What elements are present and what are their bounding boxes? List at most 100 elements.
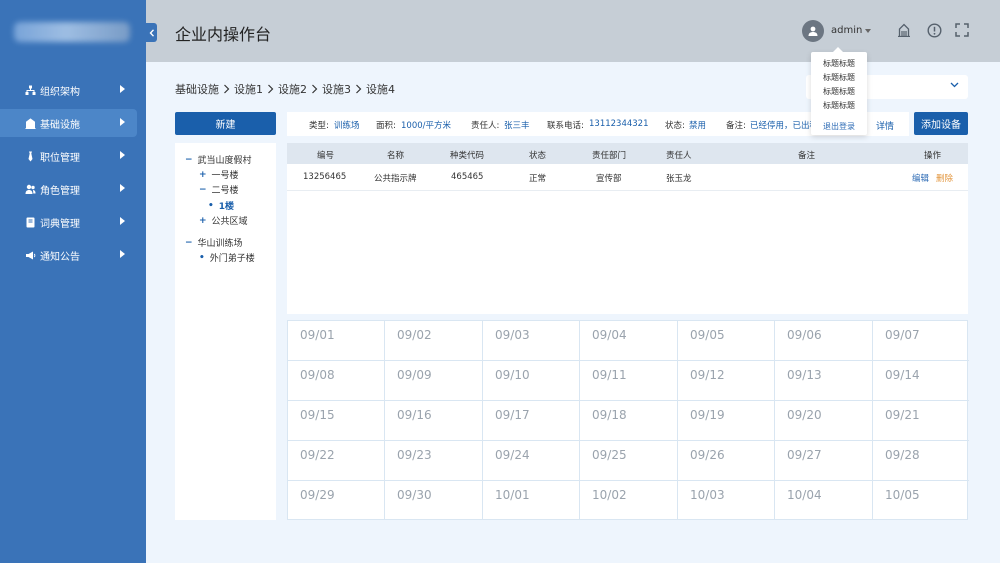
menu-item[interactable]: 标题标题 [811, 86, 867, 97]
collapse-icon[interactable]: − [185, 238, 193, 248]
calendar-day-cell[interactable]: 09/10 [483, 361, 580, 401]
status-label: 状态: [665, 121, 685, 131]
calendar-day-cell[interactable]: 09/30 [385, 481, 483, 519]
sidebar-item-label: 组织架构 [40, 86, 80, 98]
calendar-day-cell[interactable]: 09/12 [678, 361, 775, 401]
tree-node[interactable]: − 华山训练场 [185, 236, 243, 250]
calendar-day-cell[interactable]: 09/04 [580, 321, 678, 361]
cell-id: 13256465 [303, 172, 347, 182]
sidebar: 组织架构 基础设施 职位管理 角色管理 词典管理 通知公告 [0, 0, 146, 563]
calendar-day-cell[interactable]: 09/08 [288, 361, 385, 401]
calendar-day-cell[interactable]: 09/05 [678, 321, 775, 361]
calendar-day-cell[interactable]: 10/03 [678, 481, 775, 519]
status-value: 禁用 [689, 121, 707, 131]
tree-node-label: 1楼 [218, 202, 235, 212]
tree-node-selected[interactable]: • 1楼 [208, 199, 235, 213]
expand-icon[interactable]: + [199, 216, 207, 226]
calendar-day-cell[interactable]: 09/19 [678, 401, 775, 441]
calendar-day-cell[interactable]: 09/11 [580, 361, 678, 401]
edit-link[interactable]: 编辑 [912, 172, 929, 184]
breadcrumb-item[interactable]: 设施3 [322, 81, 351, 97]
chevron-right-icon [355, 84, 362, 94]
calendar-day-cell[interactable]: 10/02 [580, 481, 678, 519]
user-dropdown-menu: 标题标题 标题标题 标题标题 标题标题 退出登录 [811, 47, 867, 135]
calendar-day-cell[interactable]: 10/05 [873, 481, 969, 519]
calendar-day-cell[interactable]: 09/29 [288, 481, 385, 519]
building-icon[interactable] [896, 22, 912, 38]
calendar-day-cell[interactable]: 09/03 [483, 321, 580, 361]
avatar[interactable] [802, 20, 824, 42]
tree-node[interactable]: • 外门弟子楼 [199, 251, 255, 265]
caret-down-icon[interactable] [865, 29, 871, 33]
calendar-day-cell[interactable]: 09/16 [385, 401, 483, 441]
sidebar-item-roles[interactable]: 角色管理 [0, 175, 146, 203]
chevron-right-icon [120, 250, 125, 258]
breadcrumb-item[interactable]: 设施1 [234, 81, 263, 97]
table-header: 编号 名称 种类代码 状态 责任部门 责任人 备注 操作 [287, 143, 968, 164]
calendar-day-cell[interactable]: 09/24 [483, 441, 580, 481]
calendar-day-cell[interactable]: 09/26 [678, 441, 775, 481]
collapse-icon[interactable]: − [199, 185, 207, 195]
building-icon [25, 117, 36, 129]
menu-item[interactable]: 标题标题 [811, 72, 867, 83]
chevron-right-icon [120, 217, 125, 225]
breadcrumb-item[interactable]: 设施4 [366, 81, 395, 97]
calendar-day-cell[interactable]: 10/04 [775, 481, 873, 519]
calendar-day-cell[interactable]: 09/13 [775, 361, 873, 401]
calendar-day-cell[interactable]: 09/21 [873, 401, 969, 441]
calendar-day-cell[interactable]: 09/27 [775, 441, 873, 481]
calendar-day-cell[interactable]: 09/09 [385, 361, 483, 401]
tree-node[interactable]: + 一号楼 [199, 168, 239, 182]
sidebar-item-dictionary[interactable]: 词典管理 [0, 208, 146, 236]
dropdown-arrow [833, 47, 843, 52]
calendar-day-cell[interactable]: 09/28 [873, 441, 969, 481]
alert-circle-icon[interactable] [926, 22, 942, 38]
calendar-day-cell[interactable]: 09/02 [385, 321, 483, 361]
calendar-day-cell[interactable]: 09/20 [775, 401, 873, 441]
chevron-right-icon [311, 84, 318, 94]
owner-value: 张三丰 [504, 121, 530, 131]
megaphone-icon [25, 250, 36, 261]
breadcrumb-item[interactable]: 基础设施 [175, 81, 219, 97]
menu-item[interactable]: 标题标题 [811, 58, 867, 69]
calendar-day-cell[interactable]: 10/01 [483, 481, 580, 519]
detail-link[interactable]: 详情 [876, 119, 894, 132]
chevron-down-icon [950, 82, 959, 88]
delete-link[interactable]: 删除 [936, 172, 953, 184]
tree-node-label: 一号楼 [211, 171, 239, 181]
expand-icon[interactable]: + [199, 170, 207, 180]
calendar-day-cell[interactable]: 09/06 [775, 321, 873, 361]
collapse-icon[interactable]: − [185, 155, 193, 165]
calendar-day-cell[interactable]: 09/25 [580, 441, 678, 481]
calendar-day-cell[interactable]: 09/23 [385, 441, 483, 481]
tree-node[interactable]: − 二号楼 [199, 183, 239, 197]
sidebar-collapse-button[interactable] [146, 23, 157, 42]
add-device-button[interactable]: 添加设备 [914, 112, 968, 135]
breadcrumb-item[interactable]: 设施2 [278, 81, 307, 97]
menu-item[interactable]: 标题标题 [811, 100, 867, 111]
sidebar-item-infrastructure[interactable]: 基础设施 [0, 109, 137, 137]
sidebar-item-positions[interactable]: 职位管理 [0, 142, 146, 170]
calendar-day-cell[interactable]: 09/07 [873, 321, 969, 361]
tree-node[interactable]: + 公共区域 [199, 214, 248, 228]
sidebar-item-label: 基础设施 [40, 119, 80, 131]
tree-node[interactable]: − 武当山度假村 [185, 153, 252, 167]
column-header: 操作 [924, 151, 942, 161]
calendar-day-cell[interactable]: 09/22 [288, 441, 385, 481]
calendar-day-cell[interactable]: 09/15 [288, 401, 385, 441]
tie-icon [25, 151, 36, 162]
fullscreen-icon[interactable] [954, 22, 970, 38]
calendar-day-cell[interactable]: 09/14 [873, 361, 969, 401]
top-header: 企业内操作台 admin [146, 0, 1000, 62]
remark-value: 已经停用，已出租 [750, 121, 819, 131]
chevron-right-icon [223, 84, 230, 94]
calendar-day-cell[interactable]: 09/01 [288, 321, 385, 361]
calendar-day-cell[interactable]: 09/18 [580, 401, 678, 441]
sidebar-item-label: 词典管理 [40, 218, 80, 230]
sidebar-item-org[interactable]: 组织架构 [0, 76, 146, 104]
sidebar-item-notices[interactable]: 通知公告 [0, 241, 146, 269]
new-button[interactable]: 新建 [175, 112, 276, 135]
username[interactable]: admin [831, 25, 862, 36]
logout-menu-item[interactable]: 退出登录 [811, 121, 867, 132]
calendar-day-cell[interactable]: 09/17 [483, 401, 580, 441]
